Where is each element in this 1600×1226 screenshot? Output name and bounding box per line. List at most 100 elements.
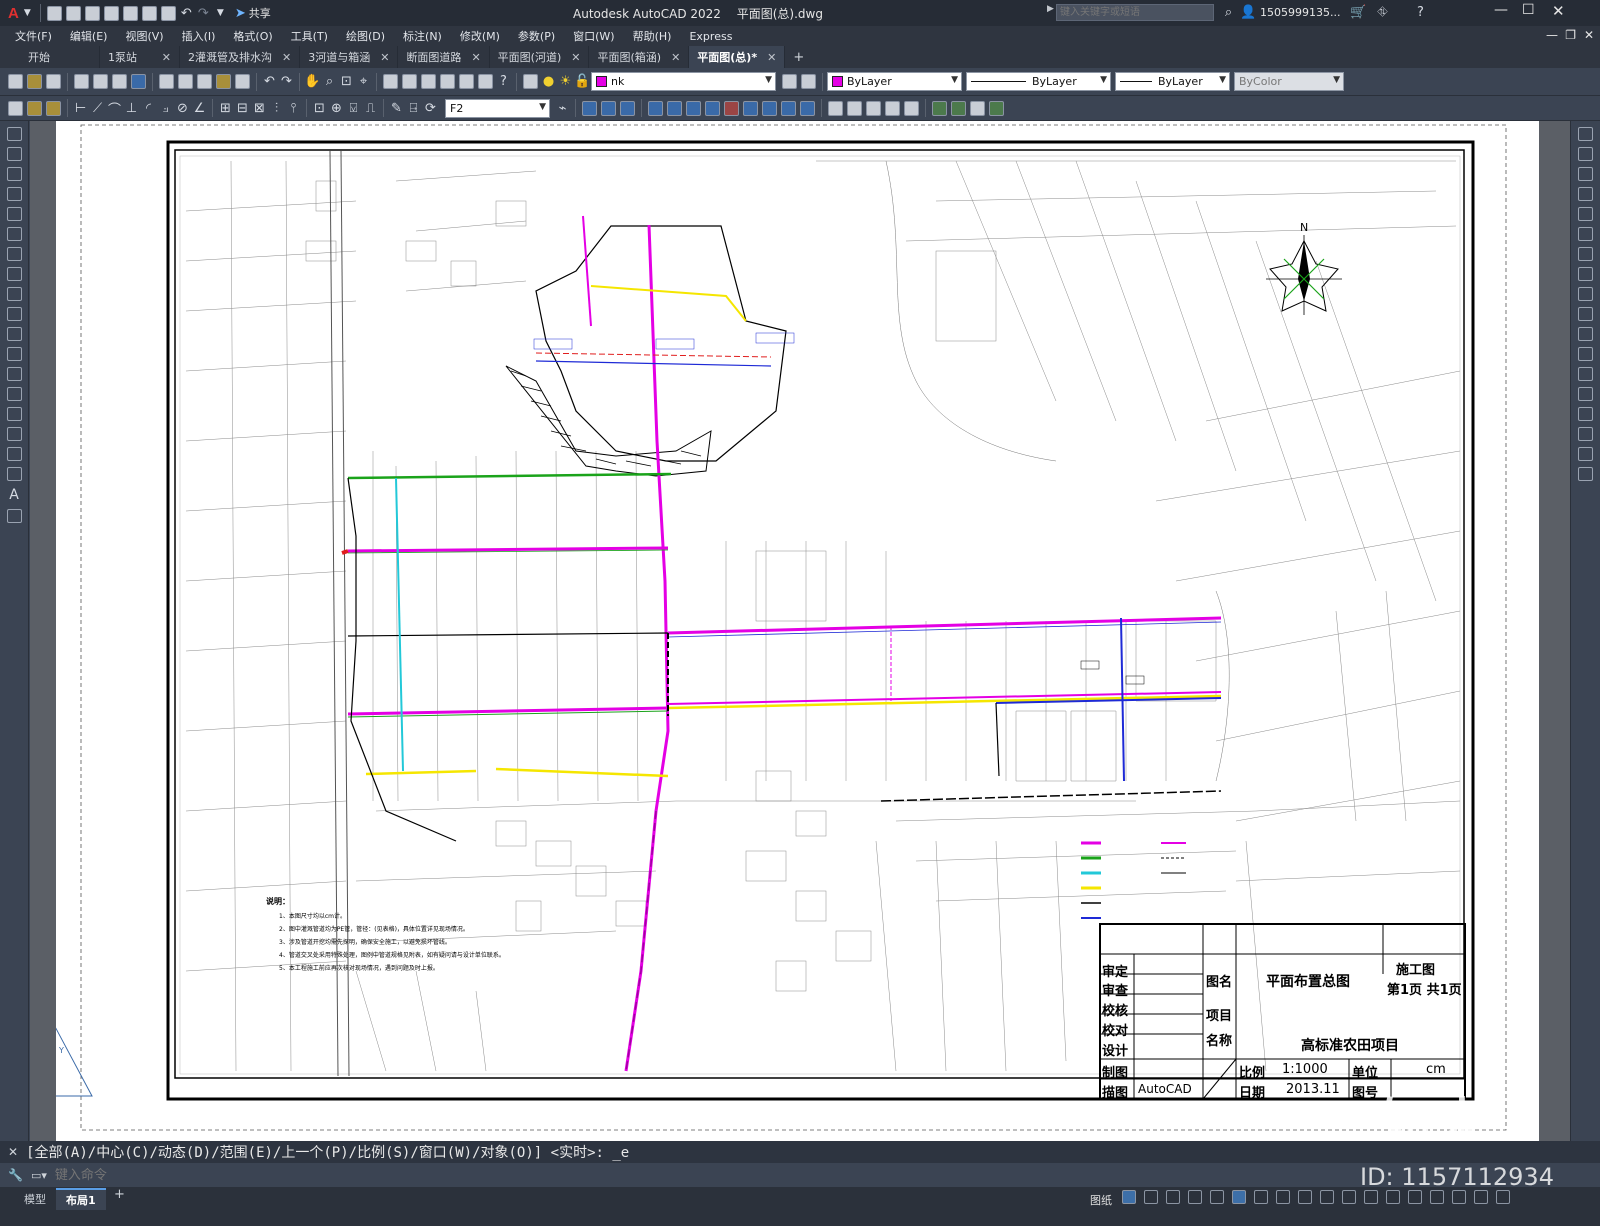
mirror-icon[interactable] [1578,167,1593,181]
osnap-icon[interactable] [1232,1190,1246,1204]
markup-icon[interactable] [459,74,474,89]
menu-item-9[interactable]: 参数(P) [518,28,555,44]
quick-properties-icon[interactable] [1408,1190,1422,1204]
blend-icon[interactable] [1578,447,1593,461]
share-button[interactable]: ➤ 共享 [235,5,271,21]
line-icon[interactable] [6,127,22,141]
ucs-3point-icon[interactable] [800,100,815,116]
tool-palettes-icon[interactable] [421,74,436,89]
color-dropdown[interactable]: ByLayer ▼ [827,72,962,91]
doc-minimize-icon[interactable]: — [1546,28,1558,42]
baseline-icon[interactable]: ⊟ [234,100,251,117]
customization-icon[interactable] [1496,1190,1510,1204]
user-icon[interactable]: 👤 [1240,4,1257,21]
revcloud-icon[interactable] [6,267,22,281]
group-icon[interactable] [932,100,947,116]
paper-space-toggle[interactable]: 图纸 [1090,1192,1112,1208]
conceptual-icon[interactable] [904,100,919,116]
pan-icon[interactable]: ✋ [304,73,321,90]
mtext-icon[interactable]: A [0,487,28,503]
table-icon[interactable] [6,467,22,481]
match-properties-icon[interactable] [216,74,231,89]
layer-lock-icon[interactable]: 🔓 [574,73,591,90]
move-icon[interactable] [1578,227,1593,241]
annotation-monitor-icon[interactable] [1364,1190,1378,1204]
view-left-icon[interactable] [620,100,635,116]
dim-linear-icon[interactable] [8,100,23,116]
dim-break-icon[interactable]: ⫯ [285,100,302,117]
close-tab-icon[interactable]: ✕ [162,51,171,64]
new-tab-icon[interactable]: + [793,50,804,65]
autocad-logo-icon[interactable]: A [8,5,19,22]
app-menu-chevron-icon[interactable]: ▼ [19,5,36,22]
dim-space-icon[interactable]: ⫶ [268,100,285,117]
print-preview-icon[interactable] [93,74,108,89]
menu-item-6[interactable]: 绘图(D) [346,28,385,44]
make-current-layer-icon[interactable] [782,74,797,89]
region-icon[interactable] [6,447,22,461]
arc-length-icon[interactable]: ⌒ [106,100,123,118]
ortho-icon[interactable] [1166,1190,1180,1204]
scale-icon[interactable] [1578,267,1593,281]
ucs-face-icon[interactable] [705,100,720,116]
close-tab-icon[interactable]: ✕ [671,51,680,64]
drawing-canvas[interactable]: N 说明： 1、本图尺寸均以cm计。 2、图中灌溉管道均为PE管，管径：(见表格… [30,121,1570,1141]
help-icon[interactable]: ? [495,73,512,90]
close-tab-icon[interactable]: ✕ [571,51,580,64]
ellipse-icon[interactable] [6,307,22,321]
zoom-window-icon[interactable]: ⊡ [338,73,355,90]
new-icon[interactable] [8,74,23,89]
menu-item-12[interactable]: Express [689,30,732,43]
design-center-icon[interactable] [402,74,417,89]
redo-icon[interactable]: ↷ [195,5,212,22]
ellipse-arc-icon[interactable] [6,327,22,341]
dim-update-icon[interactable]: ⟳ [422,100,439,117]
workspace-icon[interactable] [1342,1190,1356,1204]
rectangle-icon[interactable] [6,207,22,221]
lineweight-dropdown[interactable]: ByLayer ▼ [1115,72,1230,91]
layout-tab-0[interactable]: 模型 [14,1189,56,1209]
break-at-point-icon[interactable] [1578,347,1593,361]
snap-icon[interactable] [1144,1190,1158,1204]
menu-item-3[interactable]: 插入(I) [182,28,216,44]
print-icon[interactable] [74,74,89,89]
fillet-icon[interactable] [1578,427,1593,441]
close-command-icon[interactable]: ✕ [8,1145,18,1159]
block-editor-icon[interactable] [235,74,250,89]
redo-icon[interactable]: ↷ [278,73,295,90]
quick-dim-icon[interactable]: ⊞ [217,100,234,117]
file-tab-7[interactable]: 平面图(总)* ✕ [689,46,786,68]
save-as-icon[interactable] [103,5,119,21]
ucs-icon[interactable] [648,100,663,116]
layer-dropdown[interactable]: nk ▼ [591,72,776,91]
copy-icon[interactable] [178,74,193,89]
angular-icon[interactable]: ∠ [191,100,208,117]
file-tab-6[interactable]: 平面图(箱涵) ✕ [589,46,690,68]
center-mark-icon[interactable]: ⊕ [328,100,345,117]
customize-icon[interactable]: 🔧 [8,1168,23,1182]
radius-icon[interactable]: ◜ [140,100,157,117]
file-tab-4[interactable]: 断面图道路 ✕ [398,46,490,68]
file-tab-3[interactable]: 3河道与箱涵 ✕ [300,46,399,68]
ucs-object-icon[interactable] [724,100,739,116]
aligned-icon[interactable]: ⟋ [89,100,106,117]
view-front-icon[interactable] [582,100,597,116]
open-file-icon[interactable] [65,5,81,21]
chamfer-icon[interactable] [1578,407,1593,421]
isolate-icon[interactable] [1430,1190,1444,1204]
publish-icon[interactable] [112,74,127,89]
ucs-origin-icon[interactable] [762,100,777,116]
menu-item-7[interactable]: 标注(N) [403,28,442,44]
command-input[interactable] [54,1167,855,1183]
trim-icon[interactable] [1578,307,1593,321]
continue-icon[interactable]: ⊠ [251,100,268,117]
copy-object-icon[interactable] [1578,147,1593,161]
point-icon[interactable] [6,387,22,401]
dim-aligned-icon[interactable] [27,100,42,116]
inspect-icon[interactable]: ⍌ [345,100,362,117]
hidden-icon[interactable] [866,100,881,116]
stretch-icon[interactable] [1578,287,1593,301]
hatch-icon[interactable] [6,407,22,421]
offset-icon[interactable] [1578,187,1593,201]
circle-icon[interactable] [6,247,22,261]
